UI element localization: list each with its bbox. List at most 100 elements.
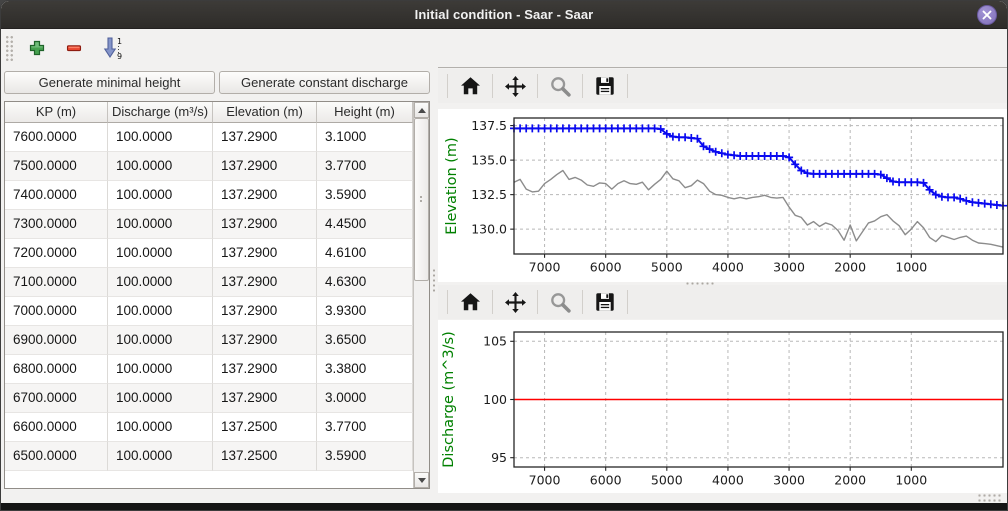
table-cell[interactable]: 4.6300 xyxy=(317,268,413,297)
generate-minimal-height-button[interactable]: Generate minimal height xyxy=(4,71,215,94)
discharge-figure[interactable]: 700060005000400030002000100010510095Disc… xyxy=(438,320,1007,493)
table-cell[interactable]: 7400.0000 xyxy=(5,181,108,210)
table-cell[interactable]: 100.0000 xyxy=(108,239,213,268)
table-cell[interactable]: 100.0000 xyxy=(108,181,213,210)
column-header[interactable]: Height (m) xyxy=(317,102,413,123)
table-cell[interactable]: 3.6500 xyxy=(317,326,413,355)
panel-splitter-vertical[interactable] xyxy=(431,68,437,489)
scroll-down-button[interactable] xyxy=(414,472,429,488)
sort-rows-button[interactable]: 1 9 xyxy=(97,33,127,63)
table-cell[interactable]: 137.2900 xyxy=(213,297,317,326)
svg-text:135.0: 135.0 xyxy=(471,153,507,168)
svg-text:7000: 7000 xyxy=(529,260,561,275)
table-row: 7200.0000100.0000137.29004.6100 xyxy=(5,239,413,268)
sort-1-9-icon: 1 9 xyxy=(101,36,123,60)
table-row: 7000.0000100.0000137.29003.9300 xyxy=(5,297,413,326)
splitter-grip-dots xyxy=(433,268,435,294)
table-cell[interactable]: 100.0000 xyxy=(108,297,213,326)
zoom-button[interactable] xyxy=(547,73,573,99)
column-header[interactable]: KP (m) xyxy=(5,102,108,123)
column-header[interactable]: Elevation (m) xyxy=(213,102,317,123)
magnifier-icon xyxy=(550,76,571,97)
pan-button[interactable] xyxy=(502,73,528,99)
table-row: 7100.0000100.0000137.29004.6300 xyxy=(5,268,413,297)
table-cell[interactable]: 137.2900 xyxy=(213,355,317,384)
table-cell[interactable]: 100.0000 xyxy=(108,326,213,355)
table-cell[interactable]: 100.0000 xyxy=(108,210,213,239)
scroll-up-button[interactable] xyxy=(414,102,429,118)
toolbar-drag-handle[interactable] xyxy=(5,35,14,61)
table-cell[interactable]: 4.4500 xyxy=(317,210,413,239)
scrollbar-track[interactable] xyxy=(414,118,429,472)
table-cell[interactable]: 3.7700 xyxy=(317,152,413,181)
table-cell[interactable]: 3.1000 xyxy=(317,123,413,152)
table-cell[interactable]: 6500.0000 xyxy=(5,442,108,471)
table-cell[interactable]: 100.0000 xyxy=(108,384,213,413)
resize-grip[interactable] xyxy=(978,492,1002,503)
table-cell[interactable]: 6600.0000 xyxy=(5,413,108,442)
table-cell[interactable]: 100.0000 xyxy=(108,123,213,152)
svg-text:130.0: 130.0 xyxy=(471,222,507,237)
table-cell[interactable]: 137.2900 xyxy=(213,123,317,152)
table-cell[interactable]: 7600.0000 xyxy=(5,123,108,152)
table-cell[interactable]: 7500.0000 xyxy=(5,152,108,181)
table-cell[interactable]: 100.0000 xyxy=(108,442,213,471)
save-button[interactable] xyxy=(592,289,618,315)
home-button[interactable] xyxy=(457,73,483,99)
app-window: Initial condition - Saar - Saar 1 xyxy=(0,0,1008,511)
table-vertical-scrollbar[interactable] xyxy=(413,102,429,488)
table-cell[interactable]: 3.0000 xyxy=(317,384,413,413)
table-cell[interactable]: 137.2900 xyxy=(213,384,317,413)
pan-icon xyxy=(505,76,526,97)
table-cell[interactable]: 7000.0000 xyxy=(5,297,108,326)
home-button[interactable] xyxy=(457,289,483,315)
close-button[interactable] xyxy=(977,5,997,25)
table-cell[interactable]: 7100.0000 xyxy=(5,268,108,297)
table-cell[interactable]: 137.2900 xyxy=(213,181,317,210)
table-cell[interactable]: 3.3800 xyxy=(317,355,413,384)
table-cell[interactable]: 100.0000 xyxy=(108,413,213,442)
pan-button[interactable] xyxy=(502,289,528,315)
svg-text:5000: 5000 xyxy=(651,260,683,275)
table-cell[interactable]: 100.0000 xyxy=(108,355,213,384)
table-cell[interactable]: 137.2900 xyxy=(213,326,317,355)
table-cell[interactable]: 100.0000 xyxy=(108,152,213,181)
elevation-figure[interactable]: 7000600050004000300020001000137.5135.013… xyxy=(438,109,1007,282)
svg-text:9: 9 xyxy=(117,52,122,60)
add-row-button[interactable] xyxy=(22,33,52,63)
table-cell[interactable]: 3.5900 xyxy=(317,181,413,210)
pan-icon xyxy=(505,292,526,313)
table-cell[interactable]: 6800.0000 xyxy=(5,355,108,384)
table-cell[interactable]: 137.2900 xyxy=(213,210,317,239)
table-cell[interactable]: 137.2900 xyxy=(213,152,317,181)
table-body: 7600.0000100.0000137.29003.10007500.0000… xyxy=(5,123,413,471)
svg-text:3000: 3000 xyxy=(773,260,805,275)
titlebar[interactable]: Initial condition - Saar - Saar xyxy=(1,1,1007,29)
column-header[interactable]: Discharge (m³/s) xyxy=(108,102,213,123)
table-cell[interactable]: 137.2500 xyxy=(213,442,317,471)
save-button[interactable] xyxy=(592,73,618,99)
table-cell[interactable]: 4.6100 xyxy=(317,239,413,268)
table-cell[interactable]: 137.2900 xyxy=(213,239,317,268)
table-cell[interactable]: 3.9300 xyxy=(317,297,413,326)
scrollbar-thumb[interactable] xyxy=(414,118,429,281)
table-row: 6600.0000100.0000137.25003.7700 xyxy=(5,413,413,442)
triangle-down-icon xyxy=(418,478,426,483)
table-cell[interactable]: 6700.0000 xyxy=(5,384,108,413)
table-cell[interactable]: 100.0000 xyxy=(108,268,213,297)
svg-text:2000: 2000 xyxy=(834,473,866,488)
table-cell[interactable]: 137.2900 xyxy=(213,268,317,297)
save-icon xyxy=(595,292,615,312)
home-icon xyxy=(460,292,481,312)
svg-text:132.5: 132.5 xyxy=(471,187,507,202)
table-cell[interactable]: 3.7700 xyxy=(317,413,413,442)
window-bottom-edge xyxy=(1,503,1007,511)
table-cell[interactable]: 7200.0000 xyxy=(5,239,108,268)
table-cell[interactable]: 6900.0000 xyxy=(5,326,108,355)
remove-row-button[interactable] xyxy=(59,33,89,63)
generate-constant-discharge-button[interactable]: Generate constant discharge xyxy=(219,71,430,94)
table-cell[interactable]: 137.2500 xyxy=(213,413,317,442)
table-cell[interactable]: 7300.0000 xyxy=(5,210,108,239)
table-cell[interactable]: 3.5900 xyxy=(317,442,413,471)
zoom-button[interactable] xyxy=(547,289,573,315)
